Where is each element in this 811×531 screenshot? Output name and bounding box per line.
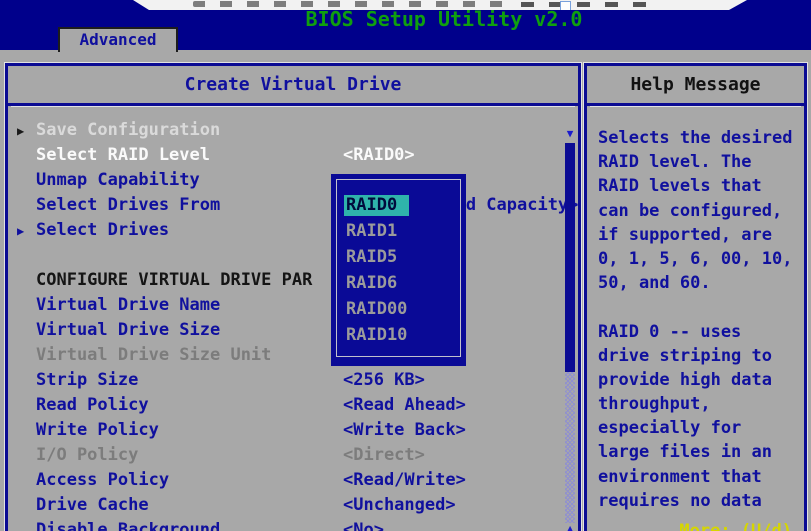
- settings-row[interactable]: Virtual Drive Size: [8, 318, 578, 343]
- dropdown-option-label: RAID00: [346, 299, 407, 320]
- item-value: <No>: [343, 518, 384, 531]
- settings-row[interactable]: Virtual Drive Name: [8, 293, 578, 318]
- item-label: I/O Policy: [36, 443, 138, 468]
- item-value: <Direct>: [343, 443, 425, 468]
- item-value: <RAID0>: [343, 143, 415, 168]
- raid-level-options: RAID0 RAID1 RAID5 RAID6 RAID00 RAID10: [336, 179, 461, 357]
- item-label: Virtual Drive Size: [36, 318, 220, 343]
- dropdown-option-label: RAID5: [346, 247, 397, 268]
- help-line: 0, 1, 5, 6, 00, 10,: [598, 247, 802, 271]
- dropdown-option[interactable]: RAID00: [337, 296, 460, 322]
- dropdown-option-label: RAID10: [346, 325, 407, 346]
- bios-screen: BIOS Setup Utility v2.0 Advanced Create …: [0, 0, 811, 531]
- help-text: Selects the desiredRAID level. TheRAID l…: [598, 106, 802, 531]
- settings-row[interactable]: I/O Policy <Direct>: [8, 443, 578, 468]
- settings-row[interactable]: Write Policy <Write Back>: [8, 418, 578, 443]
- help-more-indicator: More: (U/d): [679, 521, 792, 531]
- help-line: requires no data: [598, 489, 802, 513]
- help-panel-title: Help Message: [587, 66, 804, 106]
- dropdown-option[interactable]: RAID5: [337, 244, 460, 270]
- toolbar-icons-fragment: [193, 1, 513, 7]
- item-label: Read Policy: [36, 393, 149, 418]
- dropdown-option-label: RAID0: [344, 195, 409, 216]
- dropdown-option[interactable]: RAID10: [337, 322, 460, 348]
- item-label: Select Drives: [36, 218, 169, 243]
- help-line: RAID levels that: [598, 174, 802, 198]
- item-label: Save Configuration: [36, 118, 220, 143]
- item-label: Drive Cache: [36, 493, 149, 518]
- item-value: <Read Ahead>: [343, 393, 466, 418]
- help-line: 50, and 60.: [598, 271, 802, 295]
- scroll-down-icon[interactable]: ▼: [564, 128, 576, 139]
- scrollbar[interactable]: ▼ ▲: [564, 106, 576, 531]
- item-label: Strip Size: [36, 368, 138, 393]
- item-label: Virtual Drive Name: [36, 293, 220, 318]
- item-label: Virtual Drive Size Unit: [36, 343, 271, 368]
- dropdown-option[interactable]: RAID1: [337, 218, 460, 244]
- settings-list: ▶ Save Configuration Select RAID Level <…: [8, 106, 578, 531]
- toolbar-icons-fragment: [521, 2, 651, 7]
- dropdown-option-label: RAID6: [346, 273, 397, 294]
- item-label: Disable Background: [36, 518, 220, 531]
- item-arrow-icon: ▶: [17, 119, 24, 144]
- item-value: <Read/Write>: [343, 468, 466, 493]
- tab-advanced[interactable]: Advanced: [58, 27, 178, 52]
- scrollbar-thumb[interactable]: [565, 143, 575, 372]
- settings-row[interactable]: Strip Size <256 KB>: [8, 368, 578, 393]
- help-line: can be configured,: [598, 199, 802, 223]
- help-line: if supported, are: [598, 223, 802, 247]
- settings-row[interactable]: Select RAID Level <RAID0>: [8, 143, 578, 168]
- settings-panel: Create Virtual Drive ▶ Save Configuratio…: [5, 63, 581, 531]
- help-line: [598, 295, 802, 319]
- dropdown-option-label: RAID1: [346, 221, 397, 242]
- raid-level-dropdown: RAID0 RAID1 RAID5 RAID6 RAID00 RAID10: [331, 174, 466, 366]
- settings-row[interactable]: ▶ Select Drives: [8, 218, 578, 243]
- item-label: Write Policy: [36, 418, 159, 443]
- settings-row[interactable]: Access Policy <Read/Write>: [8, 468, 578, 493]
- settings-row[interactable]: Drive Cache <Unchanged>: [8, 493, 578, 518]
- settings-row[interactable]: Disable Background <No>: [8, 518, 578, 531]
- help-line: environment that: [598, 465, 802, 489]
- help-line: especially for: [598, 416, 802, 440]
- help-line: Selects the desired: [598, 126, 802, 150]
- settings-row[interactable]: Read Policy <Read Ahead>: [8, 393, 578, 418]
- settings-row[interactable]: CONFIGURE VIRTUAL DRIVE PAR: [8, 268, 578, 293]
- item-label: Unmap Capability: [36, 168, 200, 193]
- item-label: Select RAID Level: [36, 143, 210, 168]
- help-line: drive striping to: [598, 344, 802, 368]
- dropdown-option[interactable]: RAID0: [337, 192, 460, 218]
- dropdown-option[interactable]: RAID6: [337, 270, 460, 296]
- settings-row[interactable]: Virtual Drive Size Unit: [8, 343, 578, 368]
- panel-title: Create Virtual Drive: [8, 66, 578, 106]
- help-panel: Help Message Selects the desiredRAID lev…: [584, 63, 807, 531]
- help-line: RAID level. The: [598, 150, 802, 174]
- settings-row[interactable]: ▶ Save Configuration: [8, 118, 578, 143]
- help-line: provide high data: [598, 368, 802, 392]
- item-arrow-icon: ▶: [17, 219, 24, 244]
- item-label: Select Drives From: [36, 193, 220, 218]
- help-line: RAID 0 -- uses: [598, 320, 802, 344]
- item-label: Access Policy: [36, 468, 169, 493]
- item-value: <Unchanged>: [343, 493, 456, 518]
- bios-title: BIOS Setup Utility v2.0: [77, 7, 811, 31]
- scroll-up-icon[interactable]: ▲: [564, 523, 576, 531]
- toolbar-icon-fragment: [560, 1, 571, 11]
- item-value: <256 KB>: [343, 368, 425, 393]
- settings-row[interactable]: Select Drives From <Unconfigured Capacit…: [8, 193, 578, 218]
- help-line: large files in an: [598, 440, 802, 464]
- settings-row: [8, 243, 578, 268]
- settings-row[interactable]: Unmap Capability: [8, 168, 578, 193]
- item-label: CONFIGURE VIRTUAL DRIVE PAR: [36, 268, 312, 293]
- help-line: throughput,: [598, 392, 802, 416]
- item-value: <Write Back>: [343, 418, 466, 443]
- window-toolbar-fragment: [133, 0, 747, 10]
